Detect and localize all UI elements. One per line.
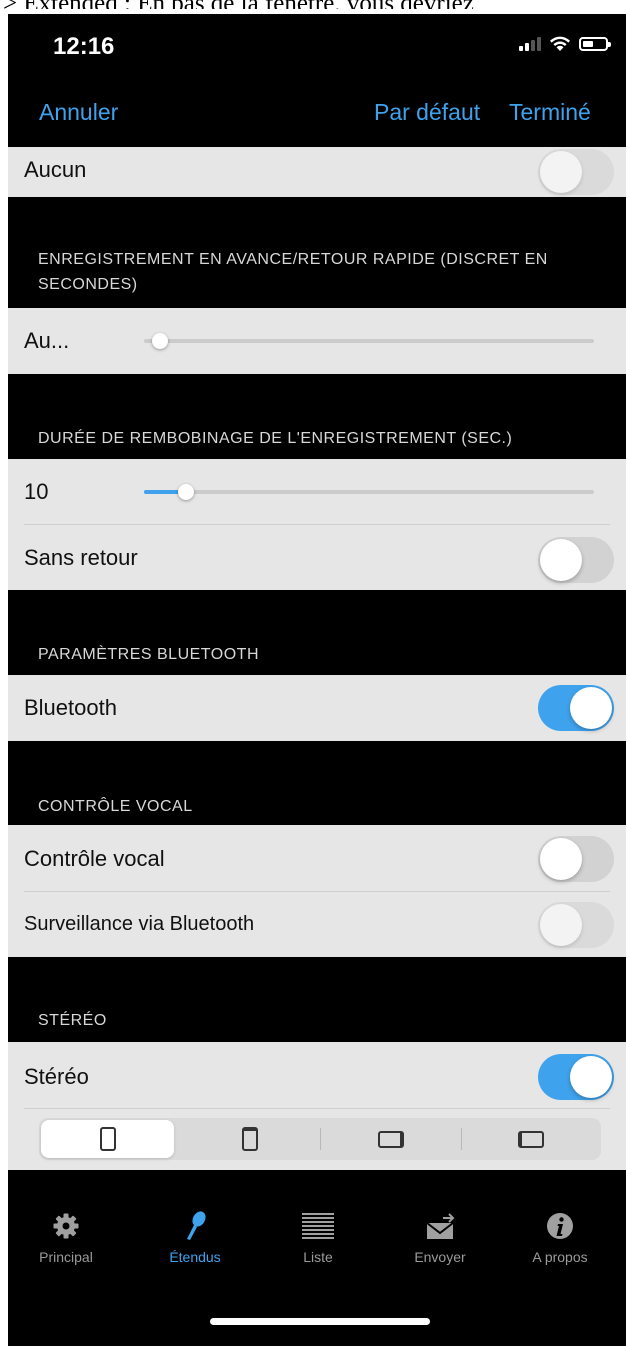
row-ff-rw: Au... (8, 308, 626, 374)
orientation-segmented-control (39, 1118, 601, 1160)
no-return-toggle[interactable] (538, 537, 614, 583)
done-button[interactable]: Terminé (509, 99, 591, 126)
row-none: Aucun (8, 147, 626, 197)
ff-rw-slider[interactable] (144, 328, 594, 354)
row-no-return-label: Sans retour (24, 545, 138, 570)
row-divider (24, 524, 610, 525)
tab-label: A propos (532, 1249, 588, 1265)
section-header-voice: CONTRÔLE VOCAL (38, 798, 193, 815)
tab-label: Envoyer (414, 1249, 466, 1265)
navigation-bar: Annuler Par défaut Terminé (8, 99, 626, 149)
tab-liste[interactable]: Liste (263, 1209, 373, 1265)
segment-portrait-upside[interactable] (180, 1120, 320, 1158)
segment-landscape-left[interactable] (462, 1120, 599, 1158)
section-header-rewind: DURÉE DE REMBOBINAGE DE L'ENREGISTREMENT… (38, 430, 513, 447)
phone-landscape-left-icon (517, 1130, 544, 1148)
section-header-bluetooth: PARAMÈTRES BLUETOOTH (38, 646, 259, 663)
row-ff-rw-label: Au... (24, 328, 70, 353)
voice-control-toggle[interactable] (538, 836, 614, 882)
wifi-icon (550, 36, 570, 51)
phone-portrait-icon (99, 1127, 116, 1151)
list-icon (302, 1213, 334, 1239)
tab-a-propos[interactable]: A propos (505, 1209, 615, 1265)
microphone-icon (187, 1211, 206, 1240)
row-none-label: Aucun (24, 157, 87, 182)
none-toggle[interactable] (538, 149, 614, 195)
cellular-signal-icon (519, 37, 541, 51)
info-icon (547, 1213, 573, 1239)
row-bluetooth: Bluetooth (8, 675, 626, 741)
rewind-group: 10 Sans retour (8, 459, 626, 590)
section-header-stereo: STÉRÉO (38, 1012, 107, 1029)
send-mail-icon (426, 1213, 455, 1239)
segment-landscape-right[interactable] (321, 1120, 461, 1158)
cancel-button[interactable]: Annuler (39, 99, 118, 126)
row-bluetooth-label: Bluetooth (24, 695, 117, 720)
row-divider (24, 891, 610, 892)
tab-envoyer[interactable]: Envoyer (385, 1209, 495, 1265)
section-header-ff-rw: ENREGISTREMENT EN AVANCE/RETOUR RAPIDE (… (38, 251, 548, 293)
row-rewind-value: 10 (24, 479, 49, 504)
row-stereo-label: Stéréo (24, 1064, 89, 1089)
tab-label: Principal (39, 1249, 93, 1265)
document-caption: > Extended : En bas de la fenêtre, vous … (0, 0, 626, 9)
gear-icon (53, 1213, 79, 1239)
status-icons (519, 36, 611, 52)
voice-group: Contrôle vocal Surveillance via Bluetoot… (8, 825, 626, 957)
battery-icon (579, 37, 611, 51)
stereo-toggle[interactable] (538, 1054, 614, 1100)
phone-portrait-upside-icon (242, 1127, 258, 1151)
default-button[interactable]: Par défaut (374, 99, 480, 126)
status-bar: 12:16 (8, 14, 626, 84)
phone-landscape-right-icon (378, 1130, 404, 1148)
tab-etendus[interactable]: Étendus (140, 1209, 250, 1265)
tab-principal[interactable]: Principal (11, 1209, 121, 1265)
bluetooth-toggle[interactable] (538, 685, 614, 731)
bt-monitoring-toggle[interactable] (538, 902, 614, 948)
tab-label: Étendus (169, 1249, 221, 1265)
status-time: 12:16 (53, 33, 115, 60)
tab-bar: Principal Étendus Liste Envoyer A propos (8, 1209, 626, 1289)
stereo-group: Stéréo (8, 1042, 626, 1170)
row-divider (24, 1108, 610, 1109)
segment-portrait[interactable] (41, 1120, 174, 1158)
home-indicator (210, 1318, 430, 1325)
row-voice-control-label: Contrôle vocal (24, 846, 165, 871)
tab-label: Liste (303, 1249, 333, 1265)
phone-screen: 12:16 Annuler Par défaut Terminé Aucun E… (8, 14, 626, 1346)
row-bt-monitoring-label: Surveillance via Bluetooth (24, 913, 255, 935)
rewind-slider[interactable] (144, 479, 594, 505)
